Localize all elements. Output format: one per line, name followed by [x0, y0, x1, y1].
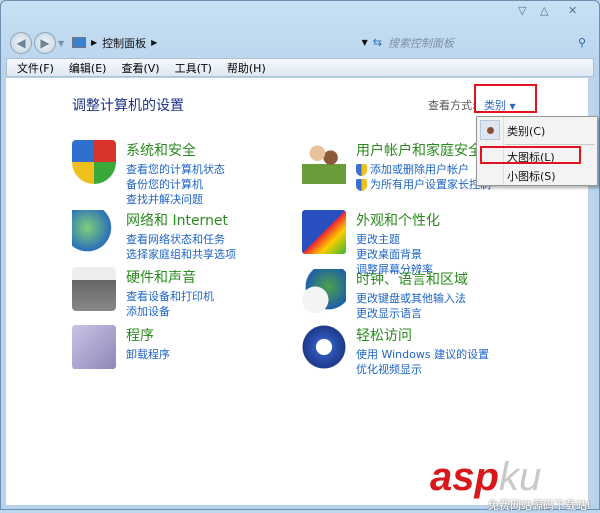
- menu-item-category[interactable]: 类别(C): [507, 123, 545, 139]
- category-title[interactable]: 外观和个性化: [356, 210, 440, 230]
- back-button[interactable]: ◀: [10, 32, 32, 54]
- ease-of-access-icon: [302, 325, 346, 369]
- programs-icon: [72, 325, 116, 369]
- category-link[interactable]: 更改桌面背景: [356, 247, 440, 262]
- category-link[interactable]: 添加设备: [126, 304, 214, 319]
- uac-shield-icon: [356, 178, 367, 191]
- category-link[interactable]: 更改键盘或其他输入法: [356, 291, 468, 306]
- category-appearance: 外观和个性化 更改主题 更改桌面背景 调整屏幕分辨率: [302, 210, 440, 277]
- chevron-right-icon[interactable]: ▶: [151, 38, 157, 47]
- menu-bar: 文件(F) 编辑(E) 查看(V) 工具(T) 帮助(H): [6, 58, 594, 77]
- maximize-button[interactable]: △: [540, 4, 548, 17]
- category-title[interactable]: 程序: [126, 325, 170, 345]
- category-link[interactable]: 优化视频显示: [356, 362, 489, 377]
- category-system-security: 系统和安全 查看您的计算机状态 备份您的计算机 查找并解决问题: [72, 140, 225, 207]
- category-hardware-sound: 硬件和声音 查看设备和打印机 添加设备: [72, 267, 214, 319]
- logo-ku: ku: [498, 455, 542, 499]
- menu-help[interactable]: 帮助(H): [227, 60, 266, 76]
- users-icon: [302, 140, 346, 184]
- history-dropdown[interactable]: ▼: [58, 39, 64, 48]
- link-text: 添加或删除用户帐户: [370, 163, 469, 176]
- menu-file[interactable]: 文件(F): [17, 60, 54, 76]
- category-title[interactable]: 硬件和声音: [126, 267, 214, 287]
- address-dropdown[interactable]: ▼: [362, 38, 368, 47]
- category-link[interactable]: 更改显示语言: [356, 306, 468, 321]
- menu-edit[interactable]: 编辑(E): [69, 60, 107, 76]
- highlight-box-large-icons: [480, 146, 581, 164]
- category-title[interactable]: 系统和安全: [126, 140, 225, 160]
- view-by-label: 查看方式:: [428, 99, 476, 112]
- clock-globe-icon: [302, 269, 346, 313]
- shield-icon: [72, 140, 116, 184]
- category-link[interactable]: 卸载程序: [126, 347, 170, 362]
- category-link[interactable]: 查看网络状态和任务: [126, 232, 236, 247]
- network-globe-icon: [72, 210, 116, 254]
- category-programs: 程序 卸载程序: [72, 325, 170, 369]
- category-link[interactable]: 选择家庭组和共享选项: [126, 247, 236, 262]
- link-text: 为所有用户设置家长控制: [370, 178, 491, 191]
- aspku-watermark-logo: aspku 免费网站源码下载站!: [430, 455, 590, 512]
- printer-icon: [72, 267, 116, 311]
- category-title[interactable]: 轻松访问: [356, 325, 489, 345]
- search-icon[interactable]: ⚲: [578, 36, 586, 49]
- highlight-box-view-by: [474, 84, 537, 113]
- menu-tools[interactable]: 工具(T): [175, 60, 212, 76]
- category-title[interactable]: 网络和 Internet: [126, 210, 236, 230]
- category-link[interactable]: 备份您的计算机: [126, 177, 225, 192]
- breadcrumb-control-panel[interactable]: 控制面板: [102, 35, 146, 51]
- logo-asp: asp: [430, 455, 499, 499]
- category-link[interactable]: 添加或删除用户帐户: [356, 162, 491, 177]
- appearance-icon: [302, 210, 346, 254]
- address-bar[interactable]: ▶ 控制面板 ▶ ▼ ⇆: [72, 33, 382, 52]
- uac-shield-icon: [356, 163, 367, 176]
- category-user-accounts: 用户帐户和家庭安全 添加或删除用户帐户 为所有用户设置家长控制: [302, 140, 491, 192]
- minimize-button[interactable]: ▽: [518, 4, 526, 17]
- refresh-icon[interactable]: ⇆: [373, 36, 382, 49]
- category-title[interactable]: 用户帐户和家庭安全: [356, 140, 491, 160]
- category-clock-language: 时钟、语言和区域 更改键盘或其他输入法 更改显示语言: [302, 269, 468, 321]
- forward-button[interactable]: ▶: [34, 32, 56, 54]
- category-link[interactable]: 为所有用户设置家长控制: [356, 177, 491, 192]
- radio-selected-icon: [480, 120, 500, 140]
- category-link[interactable]: 查看您的计算机状态: [126, 162, 225, 177]
- category-link[interactable]: 更改主题: [356, 232, 440, 247]
- close-button[interactable]: ✕: [568, 4, 577, 17]
- page-title: 调整计算机的设置: [72, 98, 184, 114]
- logo-tagline: 免费网站源码下载站!: [488, 500, 591, 512]
- category-link[interactable]: 使用 Windows 建议的设置: [356, 347, 489, 362]
- search-input[interactable]: 搜索控制面板 ⚲: [382, 33, 590, 52]
- category-link[interactable]: 查看设备和打印机: [126, 289, 214, 304]
- chevron-right-icon: ▶: [91, 38, 98, 47]
- menu-view[interactable]: 查看(V): [121, 60, 159, 76]
- category-link[interactable]: 查找并解决问题: [126, 192, 225, 207]
- category-network: 网络和 Internet 查看网络状态和任务 选择家庭组和共享选项: [72, 210, 236, 262]
- nav-buttons: ◀ ▶ ▼: [10, 32, 64, 54]
- menu-item-small-icons[interactable]: 小图标(S): [507, 168, 556, 184]
- control-panel-icon: [72, 37, 86, 48]
- search-placeholder: 搜索控制面板: [388, 36, 454, 50]
- category-ease-of-access: 轻松访问 使用 Windows 建议的设置 优化视频显示: [302, 325, 489, 377]
- category-title[interactable]: 时钟、语言和区域: [356, 269, 468, 289]
